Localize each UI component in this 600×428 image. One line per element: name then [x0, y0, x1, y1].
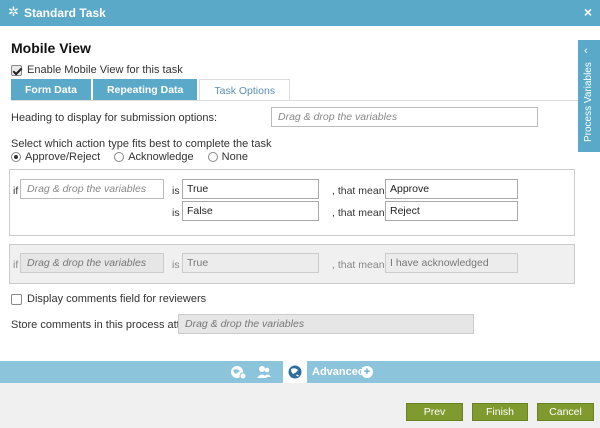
if-label: if — [13, 185, 19, 197]
checkbox-checked-icon[interactable] — [11, 64, 22, 76]
is-label: is — [172, 185, 180, 197]
radio-unselected-icon[interactable] — [114, 152, 125, 162]
display-comments-label: Display comments field for reviewers — [27, 293, 207, 305]
heading-label: Heading to display for submission option… — [11, 112, 218, 124]
action-type-radio-group: Approve/Reject Acknowledge None — [11, 151, 262, 163]
tab-repeating-data[interactable]: Repeating Data — [92, 79, 198, 101]
radio-none[interactable]: None — [207, 151, 248, 163]
action-prompt: Select which action type fits best to co… — [11, 138, 272, 150]
radio-approve-reject[interactable]: Approve/Reject — [11, 151, 100, 163]
checkbox-unchecked-icon[interactable] — [11, 293, 22, 305]
reject-means-input[interactable]: Reject — [385, 201, 518, 221]
approve-true-value-input[interactable]: True — [182, 179, 319, 199]
radio-acknowledge[interactable]: Acknowledge — [114, 151, 194, 163]
prev-button[interactable]: Prev — [406, 403, 463, 421]
radio-unselected-icon[interactable] — [207, 152, 218, 162]
cancel-button[interactable]: Cancel — [537, 403, 594, 421]
window-title: Standard Task — [24, 6, 106, 20]
store-comments-drop-field[interactable]: Drag & drop the variables — [178, 314, 474, 334]
window-titlebar: ✲ Standard Task × — [0, 0, 600, 26]
tab-bar: Form Data Repeating Data Task Options — [11, 79, 292, 101]
gear-icon: ✲ — [8, 4, 19, 19]
globe-icon[interactable] — [286, 364, 304, 380]
tab-task-options[interactable]: Task Options — [199, 79, 291, 101]
radio-acknowledge-label: Acknowledge — [128, 151, 194, 163]
close-icon[interactable]: × — [584, 4, 592, 20]
chevron-left-icon[interactable]: ‹ — [584, 46, 588, 57]
globe-settings-icon[interactable] — [229, 364, 247, 380]
approve-variable-drop-field[interactable]: Drag & drop the variables — [20, 179, 164, 199]
that-means-label: , that means — [332, 259, 390, 271]
users-icon[interactable] — [255, 364, 273, 380]
acknowledge-panel: if Drag & drop the variables is True , t… — [9, 244, 575, 284]
tab-divider — [11, 100, 578, 101]
is-label: is — [172, 207, 180, 219]
acknowledge-variable-drop-field[interactable]: Drag & drop the variables — [20, 253, 164, 273]
bottom-toolbar: Advanced + — [0, 361, 600, 383]
that-means-label: , that means — [332, 207, 390, 219]
tab-form-data[interactable]: Form Data — [11, 79, 91, 101]
heading-drop-field[interactable]: Drag & drop the variables — [271, 107, 538, 127]
plus-circle-icon[interactable]: + — [361, 366, 373, 378]
radio-approve-reject-label: Approve/Reject — [25, 151, 101, 163]
page-title: Mobile View — [11, 40, 91, 56]
process-variables-label: Process Variables — [583, 62, 594, 142]
is-label: is — [172, 259, 180, 271]
approve-means-input[interactable]: Approve — [385, 179, 518, 199]
enable-mobile-view-checkbox[interactable]: Enable Mobile View for this task — [11, 64, 183, 76]
that-means-label: , that means — [332, 185, 390, 197]
process-variables-side-tab[interactable]: ‹ Process Variables — [578, 40, 600, 152]
if-label: if — [13, 259, 19, 271]
mobile-view-tab-active[interactable] — [283, 361, 307, 383]
radio-selected-icon[interactable] — [11, 152, 21, 162]
approve-reject-panel: if Drag & drop the variables is True , t… — [9, 169, 575, 236]
finish-button[interactable]: Finish — [472, 403, 528, 421]
acknowledge-value-input[interactable]: True — [182, 253, 319, 273]
advanced-label[interactable]: Advanced — [312, 366, 365, 378]
approve-false-value-input[interactable]: False — [182, 201, 319, 221]
enable-mobile-view-label: Enable Mobile View for this task — [27, 64, 183, 76]
radio-none-label: None — [221, 151, 248, 163]
display-comments-checkbox[interactable]: Display comments field for reviewers — [11, 293, 206, 305]
acknowledge-means-input[interactable]: I have acknowledged — [385, 253, 518, 273]
